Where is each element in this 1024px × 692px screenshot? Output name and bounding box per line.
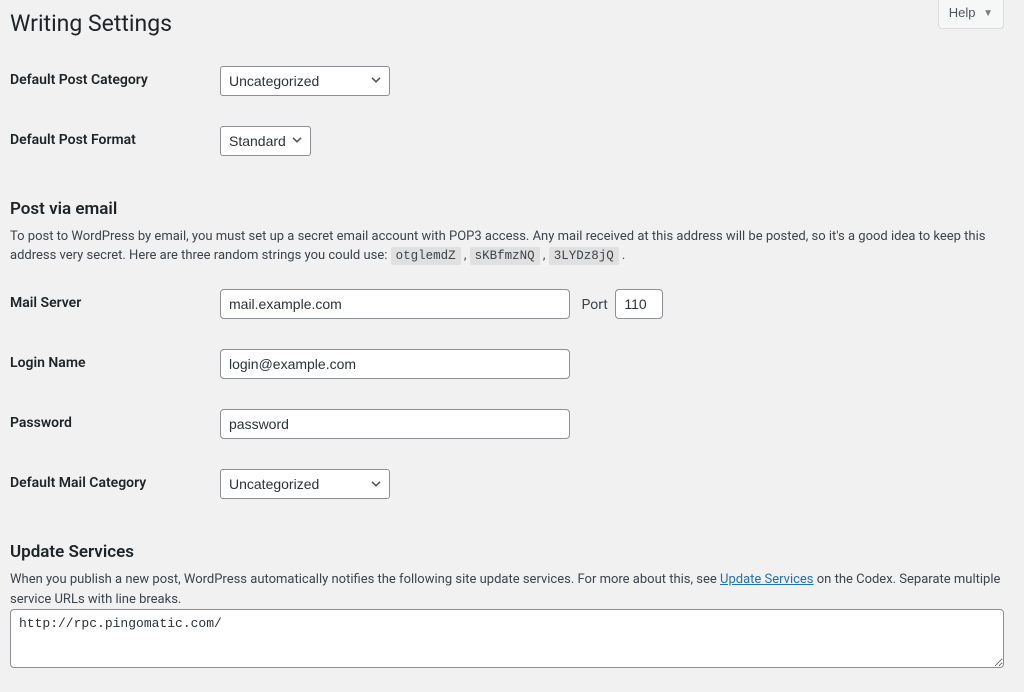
label-password: Password [10,394,210,454]
input-login-name[interactable] [220,349,570,379]
select-default-mail-category[interactable]: Uncategorized [220,469,390,499]
random-string-2: sKBfmzNQ [470,247,540,265]
random-string-1: otglemdZ [391,247,461,265]
select-default-post-format[interactable]: Standard [220,126,311,156]
input-mail-server[interactable] [220,289,570,319]
random-string-3: 3LYDz8jQ [549,247,619,265]
post-via-email-description: To post to WordPress by email, you must … [10,227,1004,266]
help-button[interactable]: Help ▼ [938,0,1004,29]
update-services-description: When you publish a new post, WordPress a… [10,570,1004,609]
label-default-post-format: Default Post Format [10,111,210,171]
heading-update-services: Update Services [10,542,1004,562]
input-port[interactable] [615,289,663,319]
label-mail-server: Mail Server [10,274,210,334]
textarea-ping-sites[interactable]: http://rpc.pingomatic.com/ [10,609,1004,668]
heading-post-via-email: Post via email [10,199,1004,219]
label-login-name: Login Name [10,334,210,394]
label-default-mail-category: Default Mail Category [10,454,210,514]
help-label: Help [949,5,976,20]
chevron-down-icon: ▼ [983,6,993,22]
link-update-services[interactable]: Update Services [720,572,814,587]
page-title: Writing Settings [10,0,1004,43]
settings-table-email: Mail Server Port Login Name Password Def… [10,274,1004,514]
settings-table-general: Default Post Category Uncategorized Defa… [10,51,1004,171]
label-port: Port [581,297,607,313]
input-password[interactable] [220,409,570,439]
label-default-post-category: Default Post Category [10,51,210,111]
select-default-post-category[interactable]: Uncategorized [220,66,390,96]
